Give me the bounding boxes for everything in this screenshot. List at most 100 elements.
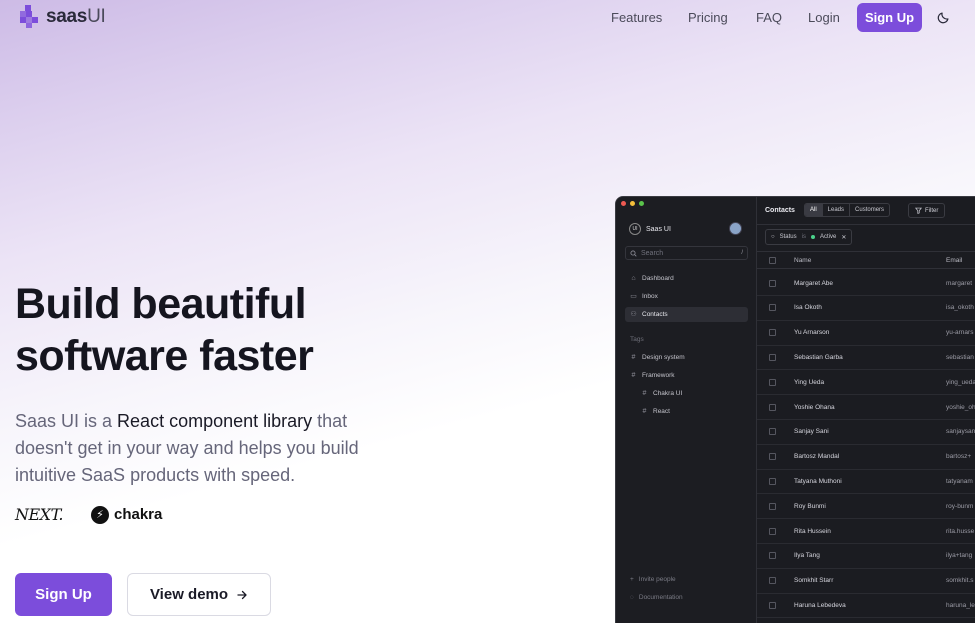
sidebar-tag-chakra-ui[interactable]: # Chakra UI [636,386,748,401]
row-checkbox[interactable] [769,453,776,461]
sidebar-search-input[interactable]: Search / [625,246,748,260]
table-row[interactable]: Ilya Tang ilya+tang [757,544,975,569]
contact-name: Tatyana Muthoni [794,477,842,485]
contact-email: ilya+tang [946,552,973,560]
table-header: Name Email [757,251,975,269]
tag-label: React [653,408,670,415]
contact-email: isa_okoth [946,304,974,312]
sidebar-item-contacts[interactable]: ⚇ Contacts [625,307,748,322]
search-shortcut: / [741,250,743,256]
user-avatar[interactable] [729,222,742,235]
contact-email: rita.husse [946,527,975,535]
contact-email: ying_ueda [946,378,975,386]
row-checkbox[interactable] [769,502,776,510]
hero-sub-emphasis: React component library [117,411,313,431]
tags-heading: Tags [630,336,644,343]
sidebar-tag-design-system[interactable]: # Design system [625,350,748,365]
inbox-icon: ▭ [630,293,637,300]
contact-name: Sebastian Garba [794,353,843,361]
hash-icon: # [631,372,636,379]
contact-name: Haruna Lebedeva [794,601,846,609]
documentation-link[interactable]: ◌ Documentation [630,594,683,601]
tag-label: Design system [642,354,685,361]
dark-mode-toggle-icon[interactable] [937,10,951,24]
app-main-panel: Contacts All Leads Customers Filter ○ St… [757,197,975,623]
minimize-dot-icon [630,201,635,206]
table-row[interactable]: Ying Ueda ying_ueda [757,370,975,396]
window-controls [621,201,644,206]
row-checkbox[interactable] [769,601,776,609]
column-header-name[interactable]: Name [794,257,811,264]
row-checkbox[interactable] [769,378,776,386]
contacts-toolbar: Contacts All Leads Customers Filter [757,197,975,225]
tech-logos: NEXT. ⚡ chakra [15,505,162,524]
segment-all[interactable]: All [805,204,823,216]
table-row[interactable]: Haruna Lebedeva haruna_le [757,593,975,619]
contact-name: Isa Okoth [794,304,822,312]
filter-value: Active [819,234,837,240]
row-checkbox[interactable] [769,477,776,485]
header-signup-button[interactable]: Sign Up [857,3,922,32]
brand-logo[interactable]: saasUI [20,5,106,28]
sidebar-tag-framework[interactable]: # Framework [625,368,748,383]
table-row[interactable]: Roy Bunmi roy-bunm [757,494,975,520]
table-row[interactable]: Isa Okoth isa_okoth [757,296,975,321]
segment-filter: All Leads Customers [804,203,891,217]
filter-operator: is [801,234,806,240]
table-row[interactable]: Rita Hussein rita.husse [757,519,975,544]
nav-faq-link[interactable]: FAQ [756,10,782,25]
logo-bold: saas [46,5,88,27]
row-checkbox[interactable] [769,428,776,436]
contact-name: Margaret Abe [794,279,834,287]
contact-email: bartosz+ [946,453,972,461]
view-demo-button[interactable]: View demo [127,573,271,616]
table-row[interactable]: Sanjay Sani sanjaysan [757,420,975,445]
contact-name: Ilya Tang [794,552,820,560]
row-checkbox[interactable] [769,279,776,287]
nav-features-link[interactable]: Features [611,10,662,25]
nav-login-link[interactable]: Login [808,10,840,25]
column-header-email[interactable]: Email [946,257,962,264]
active-dot-icon [810,235,815,239]
row-checkbox[interactable] [769,304,776,312]
filter-button[interactable]: Filter [908,203,946,218]
contact-name: Roy Bunmi [794,502,826,510]
sidebar-item-inbox[interactable]: ▭ Inbox [625,289,748,304]
select-all-checkbox[interactable] [769,256,776,264]
users-icon: ⚇ [630,311,637,318]
invite-people-link[interactable]: + Invite people [630,576,676,583]
tag-label: Chakra UI [653,390,683,397]
sidebar-item-dashboard[interactable]: ⌂ Dashboard [625,271,748,286]
row-checkbox[interactable] [769,527,776,535]
close-dot-icon [621,201,626,206]
row-checkbox[interactable] [769,353,776,361]
sidebar-tag-react[interactable]: # React [636,404,748,419]
table-row[interactable]: Tatyana Muthoni tatyanam [757,469,975,495]
table-row[interactable]: Yu Arnarson yu-arnars [757,321,975,346]
row-checkbox[interactable] [769,329,776,337]
row-checkbox[interactable] [769,403,776,411]
remove-filter-icon[interactable]: ✕ [841,234,846,241]
hero-title-line2: software faster [15,332,314,380]
filter-icon [915,207,922,214]
maximize-dot-icon [639,201,644,206]
table-row[interactable]: Yoshie Ohana yoshie_oh [757,395,975,420]
nav-pricing-link[interactable]: Pricing [688,10,728,25]
hero-signup-button[interactable]: Sign Up [15,573,112,616]
invite-people-label: Invite people [638,576,676,583]
page-title: Contacts [765,207,795,214]
table-row[interactable]: Sebastian Garba sebastian [757,345,975,371]
table-row[interactable]: Bartosz Mandal bartosz+ [757,445,975,470]
segment-customers[interactable]: Customers [850,204,889,216]
row-checkbox[interactable] [769,577,776,585]
row-checkbox[interactable] [769,552,776,560]
status-filter-chip[interactable]: ○ Status is Active ✕ [765,229,853,245]
workspace-switcher[interactable]: UI Saas UI [629,223,671,235]
filter-field: Status [779,234,797,240]
table-row[interactable]: Margaret Abe margaret [757,271,975,296]
segment-leads[interactable]: Leads [823,204,851,216]
contact-email: roy-bunm [946,502,974,510]
nextjs-logo: NEXT. [15,505,63,524]
table-row[interactable]: Somkhit Starr somkhit.s [757,569,975,594]
top-navbar: saasUI Features Pricing FAQ Login Sign U… [0,0,975,36]
